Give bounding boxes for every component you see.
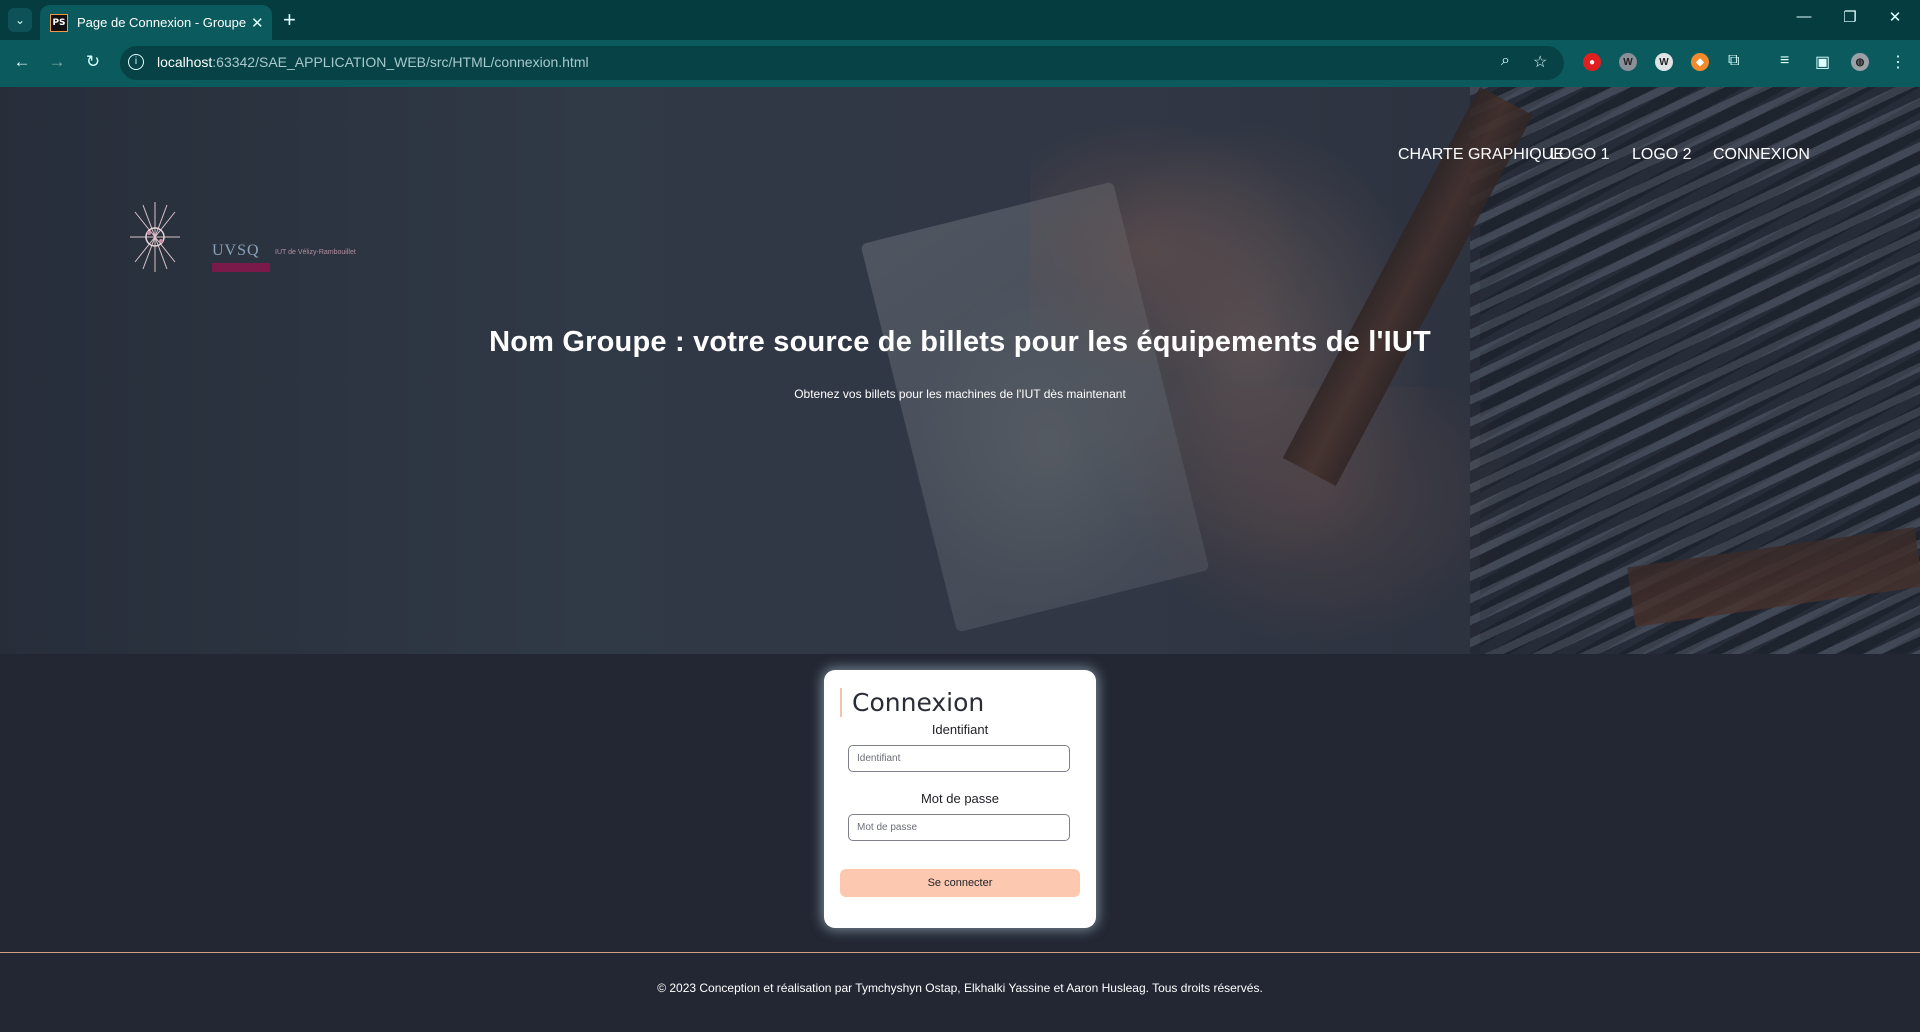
new-tab-icon[interactable]: +	[283, 7, 296, 33]
logo-uvsq-text: UVSQ	[212, 242, 260, 259]
hero-section: UVSQ IUT de Vélizy-Rambouillet CHARTE GR…	[0, 87, 1920, 654]
nav-connexion[interactable]: CONNEXION	[1713, 146, 1810, 164]
extension-w-icon[interactable]: W	[1619, 53, 1637, 71]
phpstorm-favicon-icon: PS	[50, 13, 68, 32]
nav-logo-1[interactable]: LOGO 1	[1550, 146, 1610, 164]
minimize-icon[interactable]: —	[1794, 8, 1814, 25]
profile-avatar[interactable]: ◍	[1851, 53, 1869, 71]
footer-divider	[0, 952, 1920, 953]
restore-icon[interactable]: ❐	[1840, 8, 1860, 26]
nav-charte-graphique[interactable]: CHARTE GRAPHIQUE	[1398, 146, 1564, 164]
browser-tab[interactable]: PS Page de Connexion - Groupe C ✕	[40, 5, 272, 40]
password-input[interactable]	[848, 814, 1070, 841]
browser-tab-bar: ⌄ PS Page de Connexion - Groupe C ✕ + — …	[0, 0, 1920, 40]
extensions-puzzle-icon[interactable]: ⧉	[1728, 52, 1739, 70]
hero-title: Nom Groupe : votre source de billets pou…	[489, 326, 1431, 358]
close-tab-icon[interactable]: ✕	[251, 14, 264, 32]
login-form: Connexion Identifiant Mot de passe Se co…	[824, 670, 1096, 928]
hero-subtitle: Obtenez vos billets pour les machines de…	[794, 387, 1126, 401]
bookmark-star-icon[interactable]: ☆	[1533, 52, 1547, 72]
logo-subtitle: IUT de Vélizy-Rambouillet	[275, 249, 356, 256]
footer-copyright: © 2023 Conception et réalisation par Tym…	[657, 981, 1263, 995]
site-info-icon[interactable]: i	[128, 54, 144, 70]
extension-orange-icon[interactable]: ◆	[1691, 53, 1709, 71]
zoom-icon[interactable]: ⌕	[1501, 52, 1510, 70]
extension-w2-icon[interactable]: W	[1655, 53, 1673, 71]
back-icon[interactable]: ←	[11, 52, 33, 72]
logo-university-bar	[212, 263, 270, 272]
login-title: Connexion	[840, 688, 984, 717]
media-controls-icon[interactable]: ≡	[1780, 52, 1789, 70]
tab-title: Page de Connexion - Groupe C	[77, 15, 247, 30]
password-label: Mot de passe	[920, 791, 1000, 806]
url-text[interactable]: localhost:63342/SAE_APPLICATION_WEB/src/…	[157, 54, 589, 70]
identifiant-label: Identifiant	[931, 722, 989, 737]
nav-logo-2[interactable]: LOGO 2	[1632, 146, 1692, 164]
hero-overlay	[0, 87, 1920, 654]
extension-red-icon[interactable]: ●	[1583, 53, 1601, 71]
identifiant-input[interactable]	[848, 745, 1070, 772]
side-panel-icon[interactable]: ▣	[1815, 52, 1830, 72]
login-button[interactable]: Se connecter	[840, 869, 1080, 897]
forward-icon[interactable]: →	[46, 52, 68, 72]
star-logo-icon	[130, 202, 180, 272]
reload-icon[interactable]: ↻	[82, 52, 104, 72]
browser-menu-icon[interactable]: ⋮	[1890, 52, 1906, 72]
close-window-icon[interactable]: ✕	[1885, 8, 1905, 26]
tab-search-button[interactable]: ⌄	[8, 8, 32, 32]
